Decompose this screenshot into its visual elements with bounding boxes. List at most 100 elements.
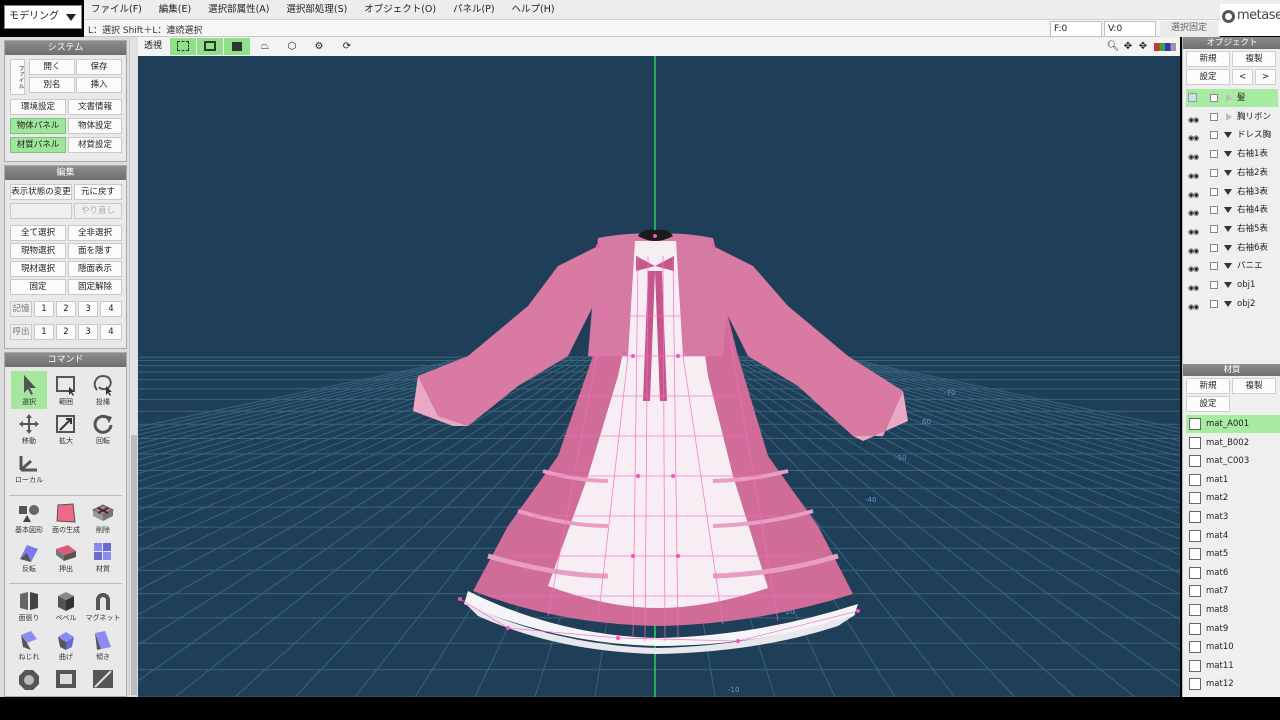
prev-object-button[interactable]: < [1232, 69, 1253, 85]
lock-checkbox[interactable] [1210, 168, 1218, 177]
view-state-button[interactable]: 表示状態の変更 [10, 184, 72, 200]
memory-slot-1[interactable]: 1 [34, 301, 54, 317]
object-row[interactable]: ◉◉ パニエ [1186, 257, 1278, 275]
environment-settings-button[interactable]: 環境設定 [10, 99, 66, 115]
tilt-tool[interactable]: 傾き [85, 626, 121, 664]
fix-button[interactable]: 固定 [10, 279, 66, 295]
material-row[interactable]: mat8 [1186, 601, 1280, 619]
lock-checkbox[interactable] [1210, 206, 1218, 215]
object-settings-button[interactable]: 設定 [1186, 69, 1230, 85]
material-row[interactable]: mat6 [1186, 564, 1280, 582]
rotate-tool[interactable]: 回転 [85, 410, 121, 448]
menu-panel[interactable]: パネル(P) [446, 0, 502, 19]
primitive-tool[interactable]: 基本図形 [11, 499, 47, 537]
hide-face-button[interactable]: 面を隠す [68, 243, 122, 259]
perspective-view-button[interactable]: ⏢ [252, 38, 278, 55]
menu-object[interactable]: オブジェクト(O) [357, 0, 443, 19]
chevron-right-icon[interactable] [1226, 94, 1232, 102]
memory-slot-2[interactable]: 2 [56, 301, 76, 317]
view-layout-button[interactable] [1152, 38, 1178, 55]
vertex-mode-button[interactable] [170, 38, 196, 55]
object-panel-toggle[interactable]: 物体パネル [10, 118, 66, 134]
zoom-button[interactable]: 🔍︎ [1106, 38, 1120, 55]
chevron-down-icon[interactable] [1224, 263, 1232, 270]
chevron-down-icon[interactable] [1224, 282, 1232, 288]
material-row[interactable]: mat2 [1186, 489, 1280, 507]
twist-tool[interactable]: ねじれ [11, 626, 47, 664]
select-current-material-button[interactable]: 現材選択 [10, 261, 66, 277]
object-row[interactable]: ◉◉ obj2 [1186, 295, 1278, 313]
material-settings-button[interactable]: 設定 [1186, 396, 1230, 412]
pan-button[interactable]: ✥ [1121, 38, 1135, 55]
left-scrollbar[interactable] [129, 39, 137, 695]
visibility-eye-icon[interactable]: ◉◉ [1188, 298, 1202, 316]
lock-checkbox[interactable] [1210, 150, 1218, 159]
lock-checkbox[interactable] [1210, 243, 1218, 252]
open-button[interactable]: 開く [29, 59, 75, 75]
menu-selection-process[interactable]: 選択部処理(S) [279, 0, 354, 19]
menu-file[interactable]: ファイル(F) [84, 0, 149, 19]
cube-view-button[interactable]: ⬡ [279, 38, 305, 55]
material-row[interactable]: mat_A001 [1186, 415, 1280, 433]
range-tool[interactable]: 範囲 [48, 371, 84, 409]
fix-selection-button[interactable]: 選択固定 [1160, 21, 1218, 37]
material-panel-toggle[interactable]: 材質パネル [10, 137, 66, 153]
copy-object-button[interactable]: 複製 [1232, 51, 1276, 67]
object-row[interactable]: ◉◉ ドレス胸 [1186, 126, 1278, 144]
recall-slot-1[interactable]: 1 [34, 324, 54, 340]
recall-slot-3[interactable]: 3 [78, 324, 98, 340]
material-settings-button[interactable]: 材質設定 [68, 137, 122, 153]
material-row[interactable]: mat1 [1186, 471, 1280, 489]
material-row[interactable]: mat4 [1186, 527, 1280, 545]
lock-checkbox[interactable] [1210, 262, 1218, 271]
object-row[interactable]: ◉◉ 右袖4表 [1186, 201, 1278, 219]
material-row[interactable]: mat3 [1186, 508, 1280, 526]
lock-checkbox[interactable] [1210, 224, 1218, 233]
document-info-button[interactable]: 文書情報 [68, 99, 122, 115]
new-material-button[interactable]: 新規 [1186, 378, 1230, 394]
object-row[interactable]: ◉◉ 右袖5表 [1186, 220, 1278, 238]
show-hidden-button[interactable]: 隠面表示 [68, 261, 122, 277]
3d-viewport[interactable]: -70 60 -50 -40 -20 -10 [138, 56, 1180, 697]
delete-tool[interactable]: 削除 [85, 499, 121, 537]
extrude-tool[interactable]: 押出 [48, 538, 84, 576]
lock-checkbox[interactable] [1210, 131, 1218, 140]
material-row[interactable]: mat9 [1186, 620, 1280, 638]
next-object-button[interactable]: > [1255, 69, 1276, 85]
material-tool[interactable]: 材質 [85, 538, 121, 576]
chevron-down-icon[interactable] [1224, 244, 1232, 251]
lock-checkbox[interactable] [1210, 112, 1218, 121]
tool-extra-2[interactable] [48, 665, 84, 695]
material-row[interactable]: mat11 [1186, 657, 1280, 675]
chevron-down-icon[interactable] [1224, 188, 1232, 195]
select-current-object-button[interactable]: 現物選択 [10, 243, 66, 259]
lock-checkbox[interactable] [1210, 94, 1218, 102]
chevron-down-icon[interactable] [1224, 132, 1232, 139]
menu-selection-attribute[interactable]: 選択部属性(A) [201, 0, 276, 19]
chevron-down-icon[interactable] [1224, 169, 1232, 176]
material-row[interactable]: mat7 [1186, 582, 1280, 600]
menu-edit[interactable]: 編集(E) [152, 0, 198, 19]
select-all-button[interactable]: 全て選択 [10, 225, 66, 241]
copy-material-button[interactable]: 複製 [1232, 378, 1276, 394]
wire-mode-button[interactable] [197, 38, 223, 55]
object-row[interactable]: 髪 [1186, 89, 1278, 107]
lasso-tool[interactable]: 投縄 [85, 371, 121, 409]
object-settings-button[interactable]: 物体設定 [68, 118, 122, 134]
new-object-button[interactable]: 新規 [1186, 51, 1230, 67]
face-fill-tool[interactable]: 面張り [11, 587, 47, 625]
scrollbar-thumb[interactable] [131, 435, 137, 695]
unfix-button[interactable]: 固定解除 [68, 279, 122, 295]
scale-tool[interactable]: 拡大 [48, 410, 84, 448]
insert-button[interactable]: 挿入 [76, 77, 122, 93]
object-row[interactable]: ◉◉ obj1 [1186, 276, 1278, 294]
perspective-toggle[interactable]: 透視 [140, 38, 166, 55]
tool-extra-3[interactable] [85, 665, 121, 695]
face-mode-button[interactable] [224, 38, 250, 55]
object-row[interactable]: ◉◉ 右袖1表 [1186, 145, 1278, 163]
move-tool[interactable]: 移動 [11, 410, 47, 448]
material-row[interactable]: mat_B002 [1186, 434, 1280, 452]
chevron-down-icon[interactable] [1224, 151, 1232, 158]
material-row[interactable]: mat10 [1186, 638, 1280, 656]
memory-slot-3[interactable]: 3 [78, 301, 98, 317]
